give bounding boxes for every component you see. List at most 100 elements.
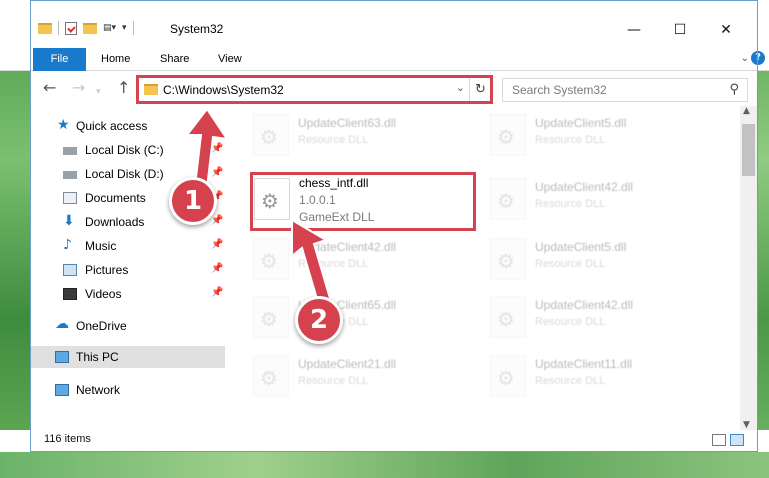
dll-file-icon <box>490 238 526 280</box>
recent-locations-icon[interactable]: ▾ <box>96 84 101 100</box>
customize-toolbar-icon[interactable]: ▤▾ <box>103 23 116 33</box>
list-item[interactable]: UpdateClient11.dll Resource DLL <box>490 353 710 409</box>
search-input[interactable]: Search System32 <box>512 83 607 97</box>
file-name: UpdateClient21.dll <box>298 357 397 371</box>
scrollbar-thumb[interactable] <box>742 124 755 176</box>
music-icon: ♪ <box>63 237 72 253</box>
navigation-bar: ← → ▾ ↑ C:\Windows\System32 ⌄ ↻ Search S… <box>0 72 769 106</box>
sidebar-item-this-pc[interactable]: This PC <box>31 346 225 368</box>
list-item[interactable]: UpdateClient5.dll Resource DLL <box>490 112 710 168</box>
folder-icon <box>144 84 158 95</box>
drive-icon <box>63 171 77 179</box>
refresh-button[interactable]: ↻ <box>469 77 491 102</box>
pin-icon[interactable]: 📌 <box>211 167 223 178</box>
file-type: Resource DLL <box>535 134 606 146</box>
sidebar-item-label: Videos <box>85 287 122 301</box>
file-name: chess_intf.dll <box>299 176 369 190</box>
list-item[interactable]: UpdateClient42.dll Resource DLL <box>253 236 473 292</box>
window-controls: — ☐ ✕ <box>611 22 749 38</box>
expand-ribbon-icon[interactable]: ⌄ <box>741 53 749 64</box>
file-version: 1.0.0.1 <box>299 193 336 207</box>
sidebar-item-local-disk-c[interactable]: Local Disk (C:) 📌 <box>31 139 225 161</box>
file-name: UpdateClient42.dll <box>535 180 634 194</box>
dll-file-icon <box>253 238 289 280</box>
close-button[interactable]: ✕ <box>703 22 749 38</box>
pictures-icon <box>63 264 77 276</box>
status-bar: 116 items <box>0 430 769 452</box>
file-type: Resource DLL <box>535 258 606 270</box>
item-count: 116 items <box>44 433 91 445</box>
scroll-down-icon[interactable]: ▼ <box>743 420 750 430</box>
sidebar-item-label: Documents <box>85 191 146 205</box>
sidebar-item-pictures[interactable]: Pictures 📌 <box>31 259 225 281</box>
file-type: Resource DLL <box>535 198 606 210</box>
pin-icon[interactable]: 📌 <box>211 263 223 274</box>
list-item[interactable]: UpdateClient42.dll Resource DLL <box>490 176 710 232</box>
tiles-view-icon[interactable] <box>730 434 744 446</box>
sidebar-item-onedrive[interactable]: ☁ OneDrive <box>31 315 225 337</box>
address-bar[interactable]: C:\Windows\System32 ⌄ ↻ <box>137 76 492 103</box>
cloud-icon: ☁ <box>55 316 69 332</box>
new-folder-icon[interactable] <box>83 22 97 34</box>
dll-file-icon <box>254 178 290 220</box>
address-path[interactable]: C:\Windows\System32 <box>163 83 284 97</box>
sidebar-item-label: Local Disk (D:) <box>85 167 164 181</box>
list-item[interactable]: UpdateClient63.dll Resource DLL <box>253 112 473 168</box>
step-badge-2: 2 <box>295 296 343 344</box>
divider <box>132 21 134 35</box>
minimize-button[interactable]: — <box>611 22 657 38</box>
dll-file-icon <box>253 296 289 338</box>
up-button[interactable]: ↑ <box>117 80 130 96</box>
file-name: UpdateClient11.dll <box>535 357 633 371</box>
dll-file-icon <box>490 296 526 338</box>
file-type: Resource DLL <box>298 134 369 146</box>
tab-share[interactable]: Share <box>160 48 189 71</box>
navigation-pane: ★ Quick access Local Disk (C:) 📌 Local D… <box>31 110 227 415</box>
sidebar-item-label: Network <box>76 383 121 397</box>
sidebar-item-music[interactable]: ♪ Music 📌 <box>31 235 225 257</box>
help-icon[interactable]: ? <box>751 51 765 65</box>
pin-icon[interactable]: 📌 <box>211 287 223 298</box>
dll-file-icon <box>253 114 289 156</box>
pin-icon[interactable]: 📌 <box>211 239 223 250</box>
list-item[interactable]: UpdateClient5.dll Resource DLL <box>490 236 710 292</box>
window-title: System32 <box>170 22 224 36</box>
list-item[interactable]: UpdateClient21.dll Resource DLL <box>253 353 473 409</box>
maximize-button[interactable]: ☐ <box>657 22 703 38</box>
view-switcher <box>712 434 744 446</box>
scroll-up-icon[interactable]: ▲ <box>743 106 750 116</box>
folder-icon <box>38 22 52 34</box>
back-button[interactable]: ← <box>43 80 56 96</box>
tab-home[interactable]: Home <box>101 48 130 71</box>
file-type: Resource DLL <box>298 375 369 387</box>
vertical-scrollbar[interactable]: ▲ ▼ <box>740 106 757 430</box>
properties-icon[interactable] <box>65 21 77 35</box>
sidebar-item-quick-access[interactable]: ★ Quick access <box>31 115 225 137</box>
search-box[interactable]: Search System32 ⚲ <box>502 78 748 102</box>
list-item[interactable]: UpdateClient65.dll Resource DLL <box>253 294 473 350</box>
forward-button[interactable]: → <box>72 80 85 96</box>
search-icon[interactable]: ⚲ <box>729 82 739 97</box>
pin-icon[interactable]: 📌 <box>211 215 223 226</box>
file-name: UpdateClient5.dll <box>535 240 627 254</box>
pin-icon[interactable]: 📌 <box>211 143 223 154</box>
tab-file[interactable]: File <box>33 48 86 71</box>
file-type: Resource DLL <box>535 316 606 328</box>
details-view-icon[interactable] <box>712 434 726 446</box>
list-item-selected-file[interactable]: chess_intf.dll 1.0.0.1 GameExt DLL <box>254 176 474 232</box>
file-type: Resource DLL <box>535 375 606 387</box>
sidebar-item-network[interactable]: Network <box>31 379 225 401</box>
list-item[interactable]: UpdateClient42.dll Resource DLL <box>490 294 710 350</box>
sidebar-item-videos[interactable]: Videos 📌 <box>31 283 225 305</box>
chevron-down-icon[interactable]: ⌄ <box>456 81 465 94</box>
file-name: UpdateClient42.dll <box>298 240 397 254</box>
chevron-down-icon[interactable]: ▾ <box>122 23 127 33</box>
file-list: UpdateClient63.dll Resource DLL chess_in… <box>228 106 739 416</box>
network-icon <box>55 384 69 396</box>
tab-view[interactable]: View <box>218 48 242 71</box>
sidebar-item-label: Pictures <box>85 263 129 277</box>
sidebar-item-label: Local Disk (C:) <box>85 143 164 157</box>
download-icon: ⬇ <box>63 213 75 229</box>
drive-icon <box>63 147 77 155</box>
sidebar-item-label: Music <box>85 239 117 253</box>
